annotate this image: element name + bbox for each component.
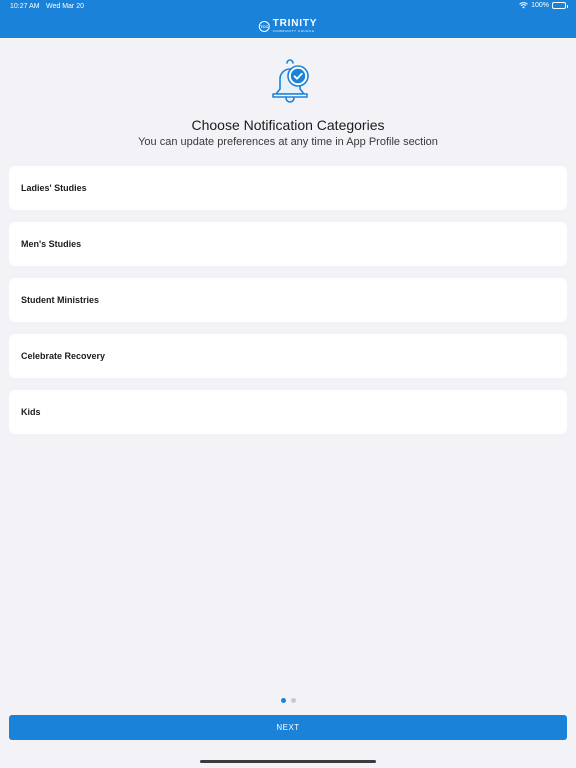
category-list: Ladies' Studies Men's Studies Student Mi… — [9, 166, 567, 446]
category-item-mens-studies[interactable]: Men's Studies — [9, 222, 567, 266]
category-label: Men's Studies — [21, 239, 82, 249]
status-indicators: 100% — [519, 2, 568, 9]
bell-check-icon — [268, 59, 312, 105]
category-label: Student Ministries — [21, 295, 100, 305]
next-button[interactable]: NEXT — [9, 715, 567, 740]
app-header: 10:27 AM Wed Mar 20 100% TCC TRINITY COM… — [0, 0, 576, 38]
wifi-icon — [519, 2, 528, 9]
status-time: 10:27 AM — [10, 3, 40, 10]
logo-subtitle: COMMUNITY CHURCH — [272, 29, 315, 33]
category-label: Celebrate Recovery — [21, 351, 106, 361]
page-dot-2[interactable] — [290, 698, 296, 703]
category-item-student-ministries[interactable]: Student Ministries — [9, 278, 567, 322]
battery-icon — [552, 2, 568, 9]
page-subtitle: You can update preferences at any time i… — [138, 136, 438, 148]
page-dot-1[interactable] — [280, 698, 286, 703]
category-label: Kids — [21, 407, 41, 417]
category-label: Ladies' Studies — [21, 183, 87, 193]
category-item-ladies-studies[interactable]: Ladies' Studies — [9, 166, 567, 210]
category-item-celebrate-recovery[interactable]: Celebrate Recovery — [9, 334, 567, 378]
battery-percent: 100% — [531, 2, 549, 9]
logo-seal: TCC — [258, 20, 270, 32]
church-logo: TCC TRINITY COMMUNITY CHURCH — [258, 18, 318, 33]
page-title: Choose Notification Categories — [191, 117, 385, 133]
category-item-kids[interactable]: Kids — [9, 390, 567, 434]
status-bar: 10:27 AM Wed Mar 20 100% — [0, 0, 576, 14]
page-indicator — [0, 698, 576, 703]
status-date: Wed Mar 20 — [46, 3, 84, 10]
home-indicator — [200, 760, 376, 763]
logo-title: TRINITY — [272, 18, 318, 29]
